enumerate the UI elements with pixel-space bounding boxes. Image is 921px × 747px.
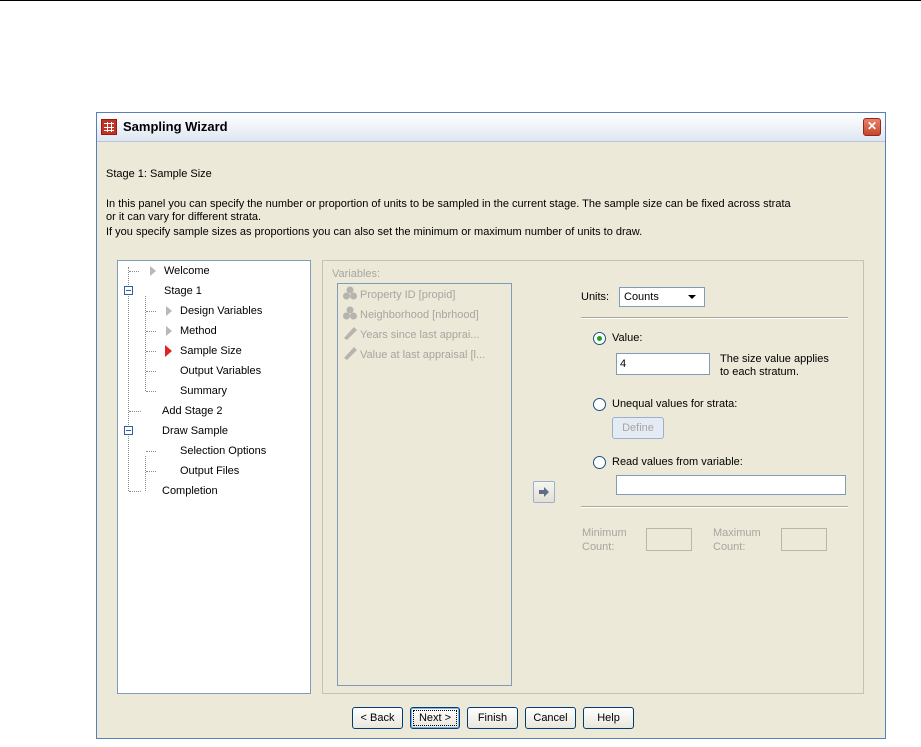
close-icon: ✕	[866, 119, 878, 133]
value-radio-label: Value:	[612, 332, 643, 344]
arrow-right-icon	[539, 487, 549, 497]
triangle-gray-icon	[166, 326, 172, 336]
tree-item-label: Welcome	[164, 265, 210, 277]
tree-item-output-variables[interactable]: Output Variables	[180, 361, 261, 381]
read-from-variable-radio[interactable]	[593, 456, 606, 469]
variable-label: Neighborhood [nbrhood]	[360, 309, 479, 321]
value-input[interactable]	[616, 353, 710, 375]
tree-item-label: Draw Sample	[162, 425, 229, 437]
triangle-gray-icon	[150, 266, 156, 276]
tree-item-output-files[interactable]: Output Files	[180, 461, 239, 481]
instruction-line-3: If you specify sample sizes as proportio…	[106, 226, 643, 238]
nominal-icon	[343, 306, 357, 320]
title-bar: Sampling Wizard ✕	[97, 113, 885, 142]
spss-table-icon	[101, 119, 117, 135]
cancel-button[interactable]: Cancel	[525, 707, 576, 729]
instruction-line-1: In this panel you can specify the number…	[106, 198, 791, 210]
triangle-gray-icon	[166, 306, 172, 316]
scale-ruler-icon	[344, 347, 357, 360]
triangle-red-icon	[165, 345, 172, 357]
divider	[581, 506, 848, 508]
scale-ruler-icon	[344, 327, 357, 340]
window-title: Sampling Wizard	[123, 119, 228, 134]
tree-item-label: Output Variables	[180, 365, 262, 377]
tree-item-label: Design Variables	[180, 305, 263, 317]
tree-item-label: Completion	[162, 485, 218, 497]
tree-item-label: Stage 1	[164, 285, 202, 297]
wizard-step-tree: Welcome Stage 1 Design Variables Method …	[117, 260, 311, 694]
value-note-line-2: to each stratum.	[720, 366, 799, 378]
instruction-line-2: or it can vary for different strata.	[106, 211, 262, 223]
tree-item-label: Selection Options	[180, 445, 267, 457]
chevron-down-icon	[688, 295, 696, 299]
unequal-values-radio[interactable]	[593, 398, 606, 411]
move-variable-button[interactable]	[533, 481, 555, 503]
variables-list[interactable]: Property ID [propid] Neighborhood [nbrho…	[337, 283, 512, 686]
variable-label: Years since last apprai...	[360, 329, 480, 341]
tree-item-selection-options[interactable]: Selection Options	[180, 441, 266, 461]
variable-item[interactable]: Property ID [propid]	[342, 285, 455, 303]
maximum-count-input[interactable]	[781, 528, 827, 551]
maximum-label-line-1: Maximum	[713, 527, 761, 539]
back-button[interactable]: < Back	[352, 707, 403, 729]
next-button[interactable]: Next >	[410, 707, 460, 729]
sampling-wizard-dialog: Sampling Wizard ✕ Stage 1: Sample Size I…	[96, 112, 886, 739]
tree-item-completion[interactable]: Completion	[162, 481, 218, 501]
units-selected-value: Counts	[624, 291, 659, 303]
tree-item-label: Method	[180, 325, 217, 337]
tree-connector	[128, 267, 129, 491]
variable-label: Property ID [propid]	[360, 289, 456, 301]
read-from-variable-label: Read values from variable:	[612, 456, 743, 468]
minimum-label-line-2: Count:	[582, 541, 615, 553]
nominal-icon	[343, 286, 357, 300]
stage-heading: Stage 1: Sample Size	[106, 168, 212, 180]
minimum-label-line-1: Minimum	[582, 527, 627, 539]
help-button[interactable]: Help	[583, 707, 634, 729]
close-button[interactable]: ✕	[863, 118, 881, 136]
variables-label: Variables:	[332, 268, 381, 280]
page-top-rule	[0, 0, 921, 1]
tree-item-add-stage-2[interactable]: Add Stage 2	[162, 401, 223, 421]
sample-size-panel: Variables: Property ID [propid] Neighbor…	[322, 260, 864, 694]
tree-item-label: Output Files	[180, 465, 240, 477]
define-button[interactable]: Define	[612, 417, 664, 439]
value-note-line-1: The size value applies	[720, 353, 829, 365]
units-label: Units:	[581, 291, 610, 303]
finish-button[interactable]: Finish	[467, 707, 518, 729]
tree-item-summary[interactable]: Summary	[180, 381, 227, 401]
unequal-values-label: Unequal values for strata:	[612, 398, 738, 410]
collapse-box-icon	[124, 286, 133, 295]
tree-item-label: Summary	[180, 385, 228, 397]
minimum-count-input[interactable]	[646, 528, 692, 551]
variable-item[interactable]: Value at last appraisal [l...	[342, 345, 485, 363]
collapse-box-icon	[124, 426, 133, 435]
read-variable-field[interactable]	[616, 475, 846, 495]
units-select[interactable]: Counts	[619, 287, 705, 307]
variable-item[interactable]: Neighborhood [nbrhood]	[342, 305, 479, 323]
variable-label: Value at last appraisal [l...	[360, 349, 486, 361]
tree-connector	[145, 456, 146, 491]
value-radio[interactable]	[593, 332, 606, 345]
tree-item-label: Add Stage 2	[162, 405, 223, 417]
variable-item[interactable]: Years since last apprai...	[342, 325, 479, 343]
tree-item-label: Sample Size	[180, 345, 242, 357]
divider	[581, 317, 848, 319]
maximum-label-line-2: Count:	[713, 541, 746, 553]
